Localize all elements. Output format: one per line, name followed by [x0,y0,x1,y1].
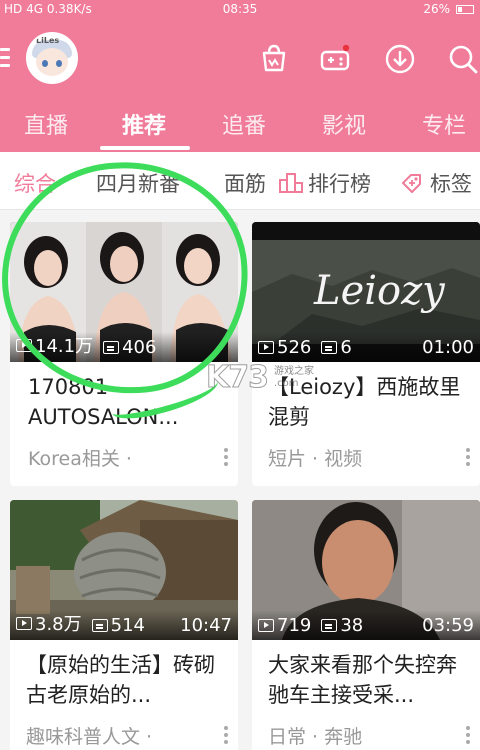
video-card[interactable]: 3.8万 514 10:47 【原始的生活】砖砌古老原始的... 趣味科普人文 … [10,500,238,750]
video-thumbnail: 14.1万 406 [10,222,238,362]
game-icon[interactable] [318,42,352,76]
search-icon[interactable] [446,42,480,76]
video-title: 170801 AUTOSALON... [28,375,179,429]
more-icon[interactable] [224,448,228,469]
view-count: 3.8万 [35,614,82,635]
subnav-mianjin-label: 面筋 [224,172,266,196]
tab-live[interactable]: 直播 [24,108,68,140]
subnav-ranking-label: 排行榜 [308,172,371,196]
video-duration: 01:00 [422,337,474,358]
video-card[interactable]: 14.1万 406 170801 AUTOSALON... Korea相关 · [10,222,238,486]
more-icon[interactable] [466,448,470,469]
download-icon[interactable] [383,42,417,76]
app-header: LiLes 直播 推荐 追番 影视 专栏 [0,20,480,152]
video-stats: 3.8万 514 10:47 [10,610,238,640]
video-meta: Korea相关 · [28,448,132,470]
subnav-tags[interactable]: 标签 [400,168,472,198]
battery-percent: 26% [423,2,450,16]
menu-icon[interactable] [0,48,10,72]
thumbnail-title-text: Leiozy [313,268,446,314]
subnav-general-label: 综合 [14,172,56,196]
danmaku-count: 38 [340,615,364,636]
subnav-april-new-label: 四月新番 [96,172,180,196]
tab-movies[interactable]: 影视 [322,108,366,140]
subnav-april-new[interactable]: 四月新番 [96,168,180,198]
tab-recommend[interactable]: 推荐 [122,108,166,140]
video-meta: 趣味科普人文 · [26,726,153,748]
active-tab-indicator [100,146,190,150]
video-title: 大家来看那个失控奔驰车主接受采... [268,653,457,707]
video-meta: 日常 · 奔驰 [268,726,363,748]
status-bar: HD 4G 0.38K/s 08:35 26% [0,0,480,20]
play-count-icon [16,616,32,630]
video-stats: 526 6 01:00 [252,332,480,362]
danmaku-icon [321,619,338,632]
danmaku-count: 6 [340,337,352,358]
tab-anime[interactable]: 追番 [222,108,266,140]
view-count: 526 [277,337,312,358]
more-icon[interactable] [466,726,470,747]
avatar-label: LiLes [36,36,60,45]
play-count-icon [258,341,274,354]
danmaku-icon [91,619,108,632]
video-thumbnail: Leiozy 526 6 01:00 [252,222,480,362]
video-stats: 14.1万 406 [10,332,238,362]
view-count: 14.1万 [35,336,94,357]
video-duration: 10:47 [180,615,232,636]
danmaku-count: 406 [122,337,157,358]
video-card[interactable]: Leiozy 526 6 01:00 【Leiozy】西施故里混剪 短片 · 视… [252,222,480,486]
video-title: 【原始的生活】砖砌古老原始的... [26,653,215,707]
subnav-mianjin[interactable]: 面筋 [224,168,266,198]
view-count: 719 [277,615,312,636]
subnav-ranking[interactable]: 排行榜 [278,168,371,198]
sub-nav: 综合 四月新番 面筋 排行榜 标签 [0,152,480,210]
video-card[interactable]: 719 38 03:59 大家来看那个失控奔驰车主接受采... 日常 · 奔驰 [252,500,480,750]
battery-icon [456,4,474,14]
video-duration: 03:59 [422,615,474,636]
tag-icon [402,174,421,193]
avatar[interactable]: LiLes [26,32,78,84]
video-stats: 719 38 03:59 [252,610,480,640]
ranking-icon [279,173,303,193]
danmaku-count: 514 [110,615,145,636]
subnav-tags-label: 标签 [430,172,472,196]
video-thumbnail: 3.8万 514 10:47 [10,500,238,640]
video-title: 【Leiozy】西施故里混剪 [268,375,461,429]
main-tabs: 直播 推荐 追番 影视 专栏 [0,98,480,152]
danmaku-icon [321,341,338,354]
play-count-icon [16,338,32,352]
video-thumbnail: 719 38 03:59 [252,500,480,640]
clock: 08:35 [222,2,258,16]
play-count-icon [258,619,274,632]
tab-articles[interactable]: 专栏 [422,108,466,140]
more-icon[interactable] [224,726,228,747]
shop-bag-icon[interactable] [257,42,291,76]
subnav-general[interactable]: 综合 [14,168,56,198]
video-meta: 短片 · 视频 [268,448,363,470]
danmaku-icon [103,341,120,354]
